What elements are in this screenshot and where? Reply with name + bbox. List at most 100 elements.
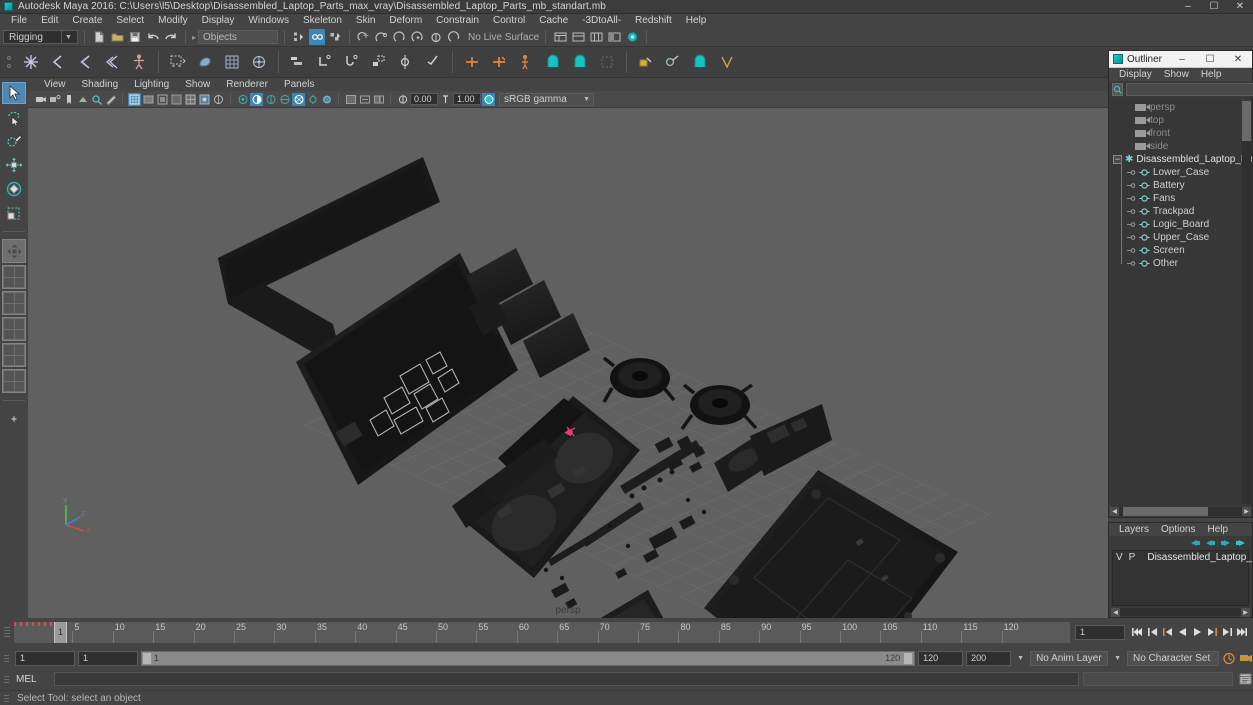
move-layer-icon[interactable]: [1235, 538, 1246, 548]
nonlinear-twist-icon[interactable]: [568, 49, 592, 75]
step-forward-keyframe-icon[interactable]: [1220, 624, 1234, 640]
animation-end-time-field[interactable]: 200: [966, 650, 1012, 666]
outliner-tree[interactable]: persp top front side − ✱ Disassembled_La…: [1109, 97, 1252, 506]
smooth-shade-selected-icon[interactable]: [156, 93, 169, 106]
layer-horizontal-scrollbar[interactable]: ◀ ▶: [1109, 607, 1252, 617]
auto-keyframe-icon[interactable]: [1222, 650, 1236, 666]
layer-menu-layers[interactable]: Layers: [1113, 523, 1155, 536]
outliner-minimize-button[interactable]: –: [1168, 51, 1196, 68]
range-slider-grip[interactable]: [4, 651, 12, 665]
outliner-item-battery[interactable]: Battery: [1109, 179, 1252, 192]
snap-curve-icon[interactable]: [374, 29, 390, 45]
nonlinear-squash-icon[interactable]: [541, 49, 565, 75]
close-button[interactable]: ✕: [1227, 0, 1253, 14]
skin-bind-icon[interactable]: [166, 49, 190, 75]
new-scene-icon[interactable]: [91, 29, 107, 45]
outliner-item-upper-case[interactable]: Upper_Case: [1109, 231, 1252, 244]
scroll-right-arrow-icon[interactable]: ▶: [1242, 507, 1251, 516]
maximize-button[interactable]: ☐: [1201, 0, 1227, 14]
outliner-vertical-scrollbar[interactable]: [1242, 101, 1251, 504]
play-backwards-icon[interactable]: [1175, 624, 1189, 640]
step-forward-frame-icon[interactable]: [1205, 624, 1219, 640]
use-all-lights-icon[interactable]: [236, 93, 249, 106]
exposure-value-field[interactable]: 0.00: [410, 93, 438, 105]
outliner-item-trackpad[interactable]: Trackpad: [1109, 205, 1252, 218]
viewport-menu-view[interactable]: View: [36, 78, 74, 91]
menu-edit[interactable]: Edit: [34, 14, 65, 28]
menu-deform[interactable]: Deform: [382, 14, 429, 28]
two-pane-layout[interactable]: [2, 291, 26, 315]
show-attribute-editor-icon[interactable]: [552, 29, 568, 45]
show-tool-settings-icon[interactable]: [570, 29, 586, 45]
range-slider-bar[interactable]: 1 120: [141, 650, 916, 666]
lasso-select-tool[interactable]: [2, 106, 26, 128]
go-to-end-icon[interactable]: [1235, 624, 1249, 640]
pole-vector-icon[interactable]: [421, 49, 445, 75]
time-slider-grip[interactable]: [0, 621, 14, 643]
outliner-search-input[interactable]: [1126, 82, 1253, 96]
chevron-down-icon[interactable]: ▼: [1111, 655, 1124, 662]
scale-tool[interactable]: [2, 202, 26, 224]
command-line-grip[interactable]: [4, 672, 12, 686]
aim-constraint-icon[interactable]: [394, 49, 418, 75]
outliner-item-group[interactable]: − ✱ Disassembled_Laptop_Parts: [1109, 153, 1252, 166]
menu-modify[interactable]: Modify: [151, 14, 194, 28]
scale-constraint-icon[interactable]: [367, 49, 391, 75]
wrap-icon[interactable]: [715, 49, 739, 75]
depth-of-field-icon[interactable]: [306, 93, 319, 106]
move-tool[interactable]: [2, 154, 26, 176]
quick-rig-icon[interactable]: [127, 49, 151, 75]
range-start-time-field[interactable]: 1: [78, 650, 138, 666]
animation-preferences-icon[interactable]: [1239, 650, 1253, 666]
help-line-grip[interactable]: [4, 691, 12, 705]
layout-options-button[interactable]: [2, 408, 26, 430]
outliner-item-lower-case[interactable]: Lower_Case: [1109, 166, 1252, 179]
snap-view-plane-icon[interactable]: [428, 29, 444, 45]
layout-preset-6[interactable]: [2, 369, 26, 393]
gamma-value-field[interactable]: 1.00: [453, 93, 481, 105]
menu-redshift[interactable]: Redshift: [628, 14, 679, 28]
go-to-start-icon[interactable]: [1130, 624, 1144, 640]
chevron-down-icon[interactable]: ▼: [1014, 655, 1027, 662]
outliner-item-side[interactable]: side: [1109, 140, 1252, 153]
ik-handle-icon[interactable]: [46, 49, 70, 75]
nonlinear-wave-icon[interactable]: [595, 49, 619, 75]
bookmark-icon[interactable]: [62, 93, 75, 106]
current-time-indicator[interactable]: 1: [54, 621, 67, 643]
select-object-icon[interactable]: [309, 29, 326, 45]
motion-blur-icon[interactable]: [278, 93, 291, 106]
select-objects-in-layer-icon[interactable]: [1220, 538, 1231, 548]
render-view-icon[interactable]: [624, 29, 640, 45]
viewport-menu-renderer[interactable]: Renderer: [218, 78, 276, 91]
outliner-item-fans[interactable]: Fans: [1109, 192, 1252, 205]
rotate-tool[interactable]: [2, 178, 26, 200]
3d-viewport[interactable]: Y X Z persp: [28, 108, 1108, 618]
ik-spline-icon[interactable]: [73, 49, 97, 75]
menu-select[interactable]: Select: [109, 14, 151, 28]
menu-control[interactable]: Control: [486, 14, 532, 28]
snap-point-icon[interactable]: [392, 29, 408, 45]
menu-file[interactable]: File: [4, 14, 34, 28]
scroll-right-arrow-icon[interactable]: ▶: [1241, 607, 1250, 617]
select-component-icon[interactable]: [327, 29, 343, 45]
time-slider-track[interactable]: 1 5 10 15 20 25 30 35 40 45 50 55 60 65 70 75 80 85 90 95 1…: [14, 621, 1070, 643]
texture-icon[interactable]: [198, 93, 211, 106]
scroll-left-arrow-icon[interactable]: ◀: [1111, 607, 1120, 617]
range-end-time-field[interactable]: 120: [918, 650, 964, 666]
select-hierarchy-icon[interactable]: [291, 29, 307, 45]
nonlinear-sine-icon[interactable]: [514, 49, 538, 75]
menu-display[interactable]: Display: [195, 14, 242, 28]
wireframe-on-shaded-icon[interactable]: [184, 93, 197, 106]
orient-constraint-icon[interactable]: [340, 49, 364, 75]
four-pane-layout[interactable]: [2, 265, 26, 289]
snap-projected-center-icon[interactable]: [410, 29, 426, 45]
make-live-icon[interactable]: [446, 29, 462, 45]
nonlinear-bend-icon[interactable]: [460, 49, 484, 75]
outliner-menu-display[interactable]: Display: [1113, 68, 1158, 81]
outliner-item-logic-board[interactable]: Logic_Board: [1109, 218, 1252, 231]
outliner-item-top[interactable]: top: [1109, 114, 1252, 127]
viewport-menu-show[interactable]: Show: [177, 78, 218, 91]
search-filter-icon[interactable]: [1112, 82, 1123, 96]
viewport-menu-shading[interactable]: Shading: [74, 78, 127, 91]
select-camera-icon[interactable]: [34, 93, 47, 106]
